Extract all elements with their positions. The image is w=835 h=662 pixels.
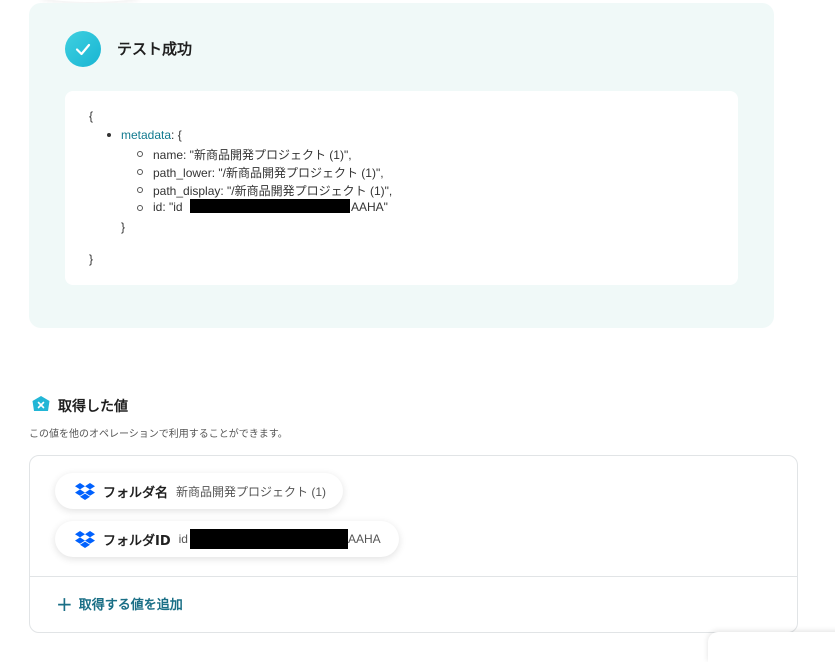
acquired-values-description: この値を他のオペレーションで利用することができます。 [29, 429, 288, 440]
value-chip-value: 新商品開発プロジェクト (1) [176, 484, 327, 499]
json-path-lower: path_lower: "/新商品開発プロジェクト (1)", [153, 166, 384, 180]
value-chip-value-prefix: id [178, 532, 188, 546]
list-bullet [107, 133, 111, 137]
redaction-bar [189, 529, 348, 549]
add-value-label: 取得する値を追加 [78, 598, 183, 613]
acquired-values-title: 取得した値 [58, 399, 128, 415]
top-card-shadow [40, 0, 140, 2]
json-open-brace: { [89, 109, 94, 123]
variable-hex-icon [31, 395, 51, 415]
list-circle [137, 187, 143, 193]
json-output: { metadata: { name: "新商品開発プロジェクト (1)", p… [65, 91, 738, 285]
dropbox-icon [75, 531, 95, 548]
json-path-display: path_display: "/新商品開発プロジェクト (1)", [153, 184, 393, 198]
value-chip-value-suffix: AAHA [347, 532, 381, 546]
value-chip-folder-id[interactable]: フォルダID id AAHA [55, 521, 399, 557]
add-value-button[interactable]: + 取得する値を追加 [56, 591, 183, 616]
json-id-prefix: id: "id [153, 200, 183, 214]
floating-card-edge [708, 632, 835, 662]
list-circle [137, 151, 143, 157]
test-success-title: テスト成功 [117, 40, 193, 58]
plus-icon: + [56, 591, 73, 616]
json-metadata-open: : { [171, 128, 182, 142]
json-name: name: "新商品開発プロジェクト (1)", [153, 148, 352, 162]
json-metadata-line: metadata: { [121, 128, 182, 142]
list-circle [137, 169, 143, 175]
test-result-panel: テスト成功 { metadata: { name: "新商品開発プロジェクト (… [29, 3, 774, 328]
value-chip-label: フォルダ名 [103, 485, 169, 501]
value-chip-label: フォルダID [103, 533, 171, 549]
list-circle [137, 205, 143, 211]
dropbox-icon [75, 483, 95, 500]
json-inner-close: } [121, 220, 126, 234]
json-id-suffix: AAHA" [351, 200, 388, 214]
divider [30, 576, 797, 577]
json-metadata-key: metadata [121, 128, 172, 142]
value-chip-folder-name[interactable]: フォルダ名 新商品開発プロジェクト (1) [55, 473, 343, 509]
json-outer-close: } [89, 252, 94, 266]
acquired-values-list: フォルダ名 新商品開発プロジェクト (1) フォルダID id AAHA + 取… [29, 455, 798, 633]
redaction-bar [190, 199, 350, 213]
check-circle-icon [65, 31, 101, 67]
